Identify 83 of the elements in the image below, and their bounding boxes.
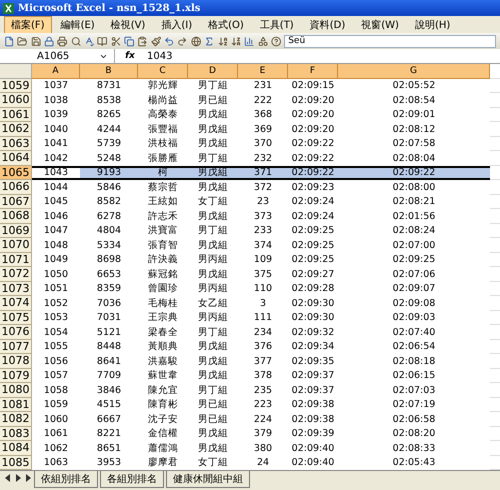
row-header[interactable]: 1065: [0, 166, 32, 180]
brush-icon[interactable]: [150, 36, 162, 46]
paste-icon[interactable]: [137, 36, 148, 46]
redo-icon[interactable]: [177, 36, 188, 46]
column-header[interactable]: F: [288, 64, 338, 78]
magnifier-icon[interactable]: [70, 36, 82, 46]
file-icon[interactable]: [4, 36, 14, 46]
shapes-icon[interactable]: [258, 36, 268, 46]
row-header[interactable]: 1075: [0, 310, 32, 325]
name-box[interactable]: A1065: [0, 49, 115, 63]
menu-item[interactable]: 檢視(V): [104, 16, 152, 34]
row-header[interactable]: 1072: [0, 267, 32, 282]
row-header[interactable]: 1060: [0, 93, 32, 108]
row-header[interactable]: 1073: [0, 282, 32, 296]
spell-check-icon[interactable]: [84, 36, 94, 46]
menu-item[interactable]: 編輯(E): [54, 16, 102, 34]
column-header[interactable]: C: [138, 64, 188, 78]
table-cell: 02:09:22: [288, 166, 338, 180]
save-icon[interactable]: [30, 36, 42, 46]
menu-item[interactable]: 檔案(F): [4, 16, 52, 34]
font-field[interactable]: Seü: [284, 34, 496, 48]
row-header[interactable]: 1059: [0, 78, 32, 93]
bar-chart-icon[interactable]: [244, 36, 255, 46]
row-header[interactable]: 1085: [0, 456, 32, 470]
row-header[interactable]: 1079: [0, 368, 32, 383]
row-header[interactable]: 1063: [0, 136, 32, 151]
function-label[interactable]: fx: [115, 51, 145, 61]
last-sheet-icon[interactable]: [24, 473, 32, 483]
row-header[interactable]: 1070: [0, 238, 32, 252]
row-header[interactable]: 1076: [0, 325, 32, 340]
next-sheet-icon[interactable]: [14, 473, 22, 483]
column-header[interactable]: D: [188, 64, 238, 78]
table-cell: 371: [238, 166, 288, 180]
row-header[interactable]: 1067: [0, 194, 32, 209]
previous-sheet-icon[interactable]: [4, 473, 12, 483]
row-header[interactable]: 1066: [0, 180, 32, 194]
table-cell: 9193: [80, 166, 138, 180]
menu-item[interactable]: 資料(D): [302, 16, 352, 34]
row-header[interactable]: 1084: [0, 441, 32, 456]
column-header[interactable]: E: [238, 64, 288, 78]
table-cell: 柯: [138, 166, 188, 180]
row-header[interactable]: 1080: [0, 383, 32, 398]
sheet-tab[interactable]: 各組別排名: [100, 471, 164, 488]
globe-icon[interactable]: [190, 36, 202, 46]
row-header[interactable]: 1077: [0, 340, 32, 354]
table-cell: 1043: [32, 166, 80, 180]
row-header[interactable]: 1081: [0, 398, 32, 412]
row-header[interactable]: 1068: [0, 209, 32, 224]
window-title: Microsoft Excel - nsn_1528_1.xls: [18, 2, 200, 14]
menu-item[interactable]: 視窗(W): [354, 16, 406, 34]
menu-item[interactable]: 插入(I): [154, 16, 200, 34]
help-icon[interactable]: [270, 36, 282, 46]
undo-icon[interactable]: [164, 36, 174, 46]
row-header[interactable]: 1082: [0, 412, 32, 426]
menu-item[interactable]: 說明(H): [408, 16, 458, 34]
row-header[interactable]: 1083: [0, 426, 32, 441]
printer-icon[interactable]: [57, 36, 68, 46]
row-header[interactable]: 1064: [0, 151, 32, 166]
row-header[interactable]: 1062: [0, 122, 32, 136]
folder-icon[interactable]: [17, 36, 28, 46]
column-header[interactable]: G: [338, 64, 490, 78]
row-header[interactable]: 1074: [0, 296, 32, 310]
sheet-tab[interactable]: 依組別排名: [34, 471, 98, 488]
sigma-icon[interactable]: [204, 36, 214, 46]
menu-item[interactable]: 格式(O): [201, 16, 251, 34]
row-header[interactable]: 1078: [0, 354, 32, 368]
row-header[interactable]: 1071: [0, 252, 32, 267]
column-header[interactable]: B: [80, 64, 138, 78]
book-icon[interactable]: [97, 36, 108, 46]
copy-icon[interactable]: [124, 36, 134, 46]
cell-reference: A1065: [37, 50, 70, 62]
sort-descending-icon[interactable]: [230, 36, 242, 46]
menu-item[interactable]: 工具(T): [252, 16, 301, 34]
sort-ascending-icon[interactable]: [218, 36, 228, 46]
row-header[interactable]: 1061: [0, 108, 32, 122]
row-header[interactable]: 1069: [0, 224, 32, 238]
table-cell: 02:09:22: [338, 166, 490, 180]
scissors-icon[interactable]: [110, 36, 122, 46]
excel-icon: [3, 2, 14, 14]
formula-value[interactable]: 1043: [145, 50, 172, 62]
sheet-tab[interactable]: 健康休閒組中組: [166, 471, 250, 488]
column-header[interactable]: A: [32, 64, 80, 78]
lock-icon[interactable]: [44, 36, 54, 46]
